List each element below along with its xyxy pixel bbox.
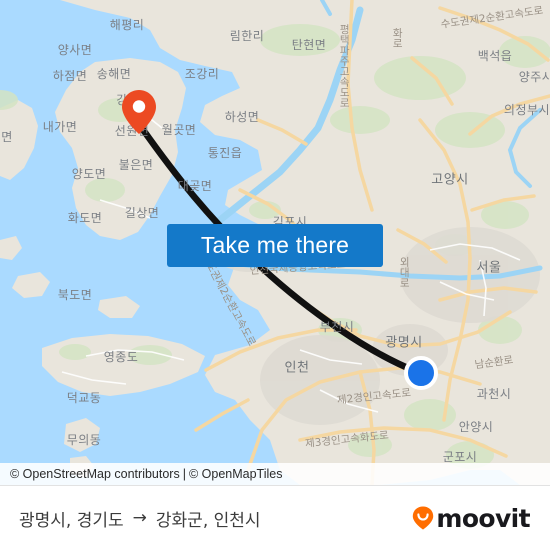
destination-dot-icon (404, 356, 438, 390)
take-me-there-label: Take me there (200, 232, 350, 258)
attribution-separator: | (182, 467, 186, 481)
openmaptiles-attribution-link[interactable]: © OpenMapTiles (189, 467, 283, 481)
route-caption: 광명시, 경기도 → 강화군, 인천시 (19, 506, 261, 531)
moovit-wordmark: moovit (436, 503, 530, 533)
route-destination-label: 강화군, 인천시 (155, 510, 261, 531)
take-me-there-button[interactable]: Take me there (167, 224, 383, 267)
moovit-logo[interactable]: moovit (412, 503, 531, 533)
osm-attribution-link[interactable]: © OpenStreetMap contributors (10, 467, 180, 481)
map-canvas[interactable]: 해평리 림한리 탄현면 백석읍 양사면 하점면 송해면 조강리 양주시 강 하성면 의정부시 내가면 면 선… (0, 0, 550, 485)
footer-bar: 광명시, 경기도 → 강화군, 인천시 moovit (0, 485, 550, 550)
route-origin-label: 광명시, 경기도 (19, 510, 124, 531)
moovit-pin-icon (413, 506, 434, 530)
route-arrow-icon: → (132, 508, 147, 528)
map-attribution: © OpenStreetMap contributors | © OpenMap… (0, 463, 550, 485)
moovit-route-card: 해평리 림한리 탄현면 백석읍 양사면 하점면 송해면 조강리 양주시 강 하성면 의정부시 내가면 면 선… (0, 0, 550, 550)
